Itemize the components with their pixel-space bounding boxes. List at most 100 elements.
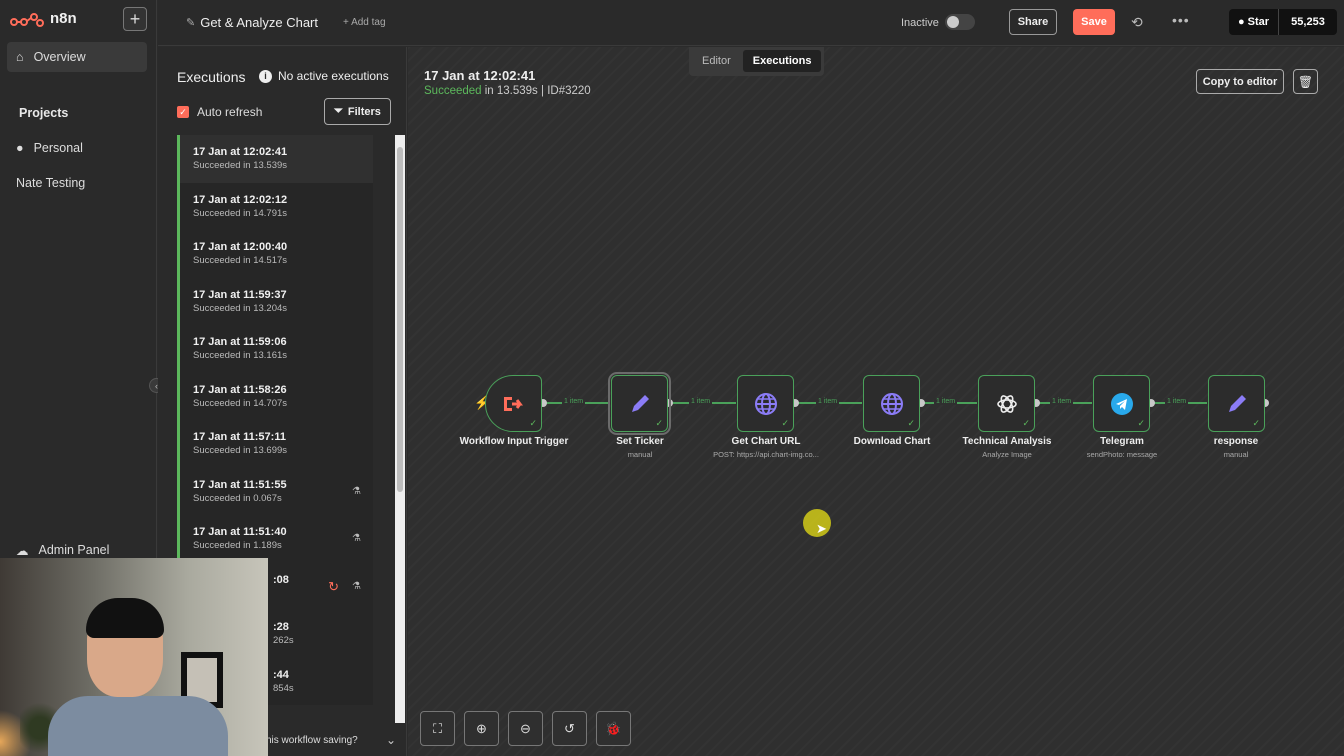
execution-date: 17 Jan at 11:57:11 [193,431,286,443]
debug-button[interactable]: 🐞 [596,711,631,746]
scrollbar-thumb[interactable] [397,147,403,492]
chevron-down-icon[interactable]: ⌄ [386,733,396,747]
executions-scrollbar[interactable] [395,135,405,723]
webcam-overlay [0,558,268,756]
create-button[interactable]: + [123,7,147,31]
star-label: Star [1247,16,1270,28]
success-check-icon: ✓ [655,418,663,428]
execution-status: Succeeded in 0.067s [193,492,282,504]
sidebar-item-label: Nate Testing [16,176,86,190]
node-label: Workflow Input Trigger [459,436,569,447]
reset-zoom-button[interactable]: ↺ [552,711,587,746]
workflow-title-text: Get & Analyze Chart [200,15,318,30]
node-telegram[interactable]: ✓ [1093,375,1150,432]
node-download-chart[interactable]: ✓ [863,375,920,432]
tab-editor[interactable]: Editor [692,50,741,72]
trash-icon: 🗑 [1297,74,1314,89]
cloud-icon: ☁ [16,543,29,558]
active-toggle[interactable] [945,14,975,30]
zoom-out-button[interactable]: ⊖ [508,711,543,746]
workflow-title[interactable]: ✎ Get & Analyze Chart [186,15,318,30]
execution-item[interactable]: 17 Jan at 11:59:06 Succeeded in 13.161s [177,325,373,373]
auto-refresh-checkbox[interactable]: ✓ Auto refresh [177,105,262,119]
success-check-icon: ✓ [781,418,789,428]
sidebar-item-label: Admin Panel [38,543,110,557]
sidebar-item-label: Personal [33,141,83,155]
sidebar-item-overview[interactable]: ⌂ Overview [7,42,147,72]
success-check-icon: ✓ [1022,418,1030,428]
retry-icon[interactable]: ↻ [328,579,339,595]
node-workflow-input-trigger[interactable]: ✓ [485,375,542,432]
execution-item[interactable]: 17 Jan at 11:57:11 Succeeded in 13.699s [177,420,373,468]
node-response[interactable]: ✓ [1208,375,1265,432]
execution-status: Succeeded in 14.791s [193,207,288,219]
success-check-icon: ✓ [1252,418,1260,428]
execution-date: 17 Jan at 11:51:55 [193,478,287,491]
execution-status: 854s [273,682,294,694]
node-set-ticker[interactable]: ✓ [608,372,671,435]
canvas-toolbar: ⛶ ⊕ ⊖ ↺ 🐞 [420,711,631,746]
zoom-in-button[interactable]: ⊕ [464,711,499,746]
delete-execution-button[interactable]: 🗑 [1293,69,1318,94]
execution-summary: Succeeded in 13.539s | ID#3220 [424,85,591,97]
executions-heading: Executions [177,69,246,85]
execution-status: Succeeded in 14.707s [193,397,288,409]
node-subtitle: manual [627,450,653,459]
execution-date: 17 Jan at 11:58:26 [193,383,287,396]
more-options-icon[interactable]: ••• [1172,12,1190,28]
execution-date: 17 Jan at 11:59:37 [193,288,287,301]
active-status-label: Inactive [901,17,939,29]
github-star-button[interactable]: ● Star 55,253 [1229,9,1337,35]
execution-status: Succeeded in 1.189s [193,540,282,551]
home-icon: ⌂ [16,50,24,64]
filter-icon: ⏷ [334,105,343,117]
fit-view-button[interactable]: ⛶ [420,711,455,746]
user-icon: ● [16,141,24,155]
flask-icon: ⚗ [352,580,361,592]
node-technical-analysis[interactable]: ✓ [978,375,1035,432]
connection-label: 1 item [816,398,840,405]
zoom-in-icon: ⊕ [476,720,487,736]
execution-status: Succeeded in 13.539s [193,160,288,171]
node-subtitle: POST: https://api.chart-img.co... [713,450,819,459]
history-icon[interactable]: ⟲ [1131,14,1143,31]
copy-to-editor-button[interactable]: Copy to editor [1196,69,1284,94]
execution-date: 17 Jan at 11:59:06 [193,336,287,348]
no-active-label: No active executions [278,69,389,83]
sidebar-item-nate-testing[interactable]: Nate Testing [7,168,147,198]
zoom-out-icon: ⊖ [520,720,531,736]
sidebar-item-personal[interactable]: ● Personal [7,133,147,163]
save-button[interactable]: Save [1073,9,1115,35]
execution-status: 262s [273,635,294,646]
execution-item[interactable]: 17 Jan at 11:51:55 Succeeded in 0.067s ⚗ [177,467,373,515]
execution-item[interactable]: 17 Jan at 11:51:40 Succeeded in 1.189s ⚗ [177,515,373,563]
share-button[interactable]: Share [1009,9,1057,35]
connection-label: 1 item [934,398,958,405]
n8n-logo[interactable]: n8n [10,10,77,27]
telegram-icon [1110,392,1133,415]
sidebar-item-label: Overview [33,50,86,64]
filters-button[interactable]: ⏷ Filters [324,98,391,125]
execution-item[interactable]: 17 Jan at 12:02:12 Succeeded in 14.791s [177,182,373,230]
saving-question[interactable]: his workflow saving? [266,735,358,746]
add-tag-link[interactable]: + Add tag [343,17,386,28]
node-get-chart-url[interactable]: ✓ [737,375,794,432]
execution-item[interactable]: 17 Jan at 12:00:40 Succeeded in 14.517s [177,230,373,278]
person-shirt [48,696,228,756]
pencil-icon [631,394,649,412]
node-subtitle: manual [1223,450,1249,459]
flask-icon: ⚗ [352,533,361,544]
execution-date: 17 Jan at 12:02:41 [193,146,288,158]
success-check-icon: ✓ [907,418,915,428]
execution-status: Succeeded in 13.204s [193,302,288,314]
n8n-logo-icon [10,12,44,27]
active-executions-status: i No active executions [259,69,389,83]
execution-item[interactable]: 17 Jan at 12:02:41 Succeeded in 13.539s [177,135,373,183]
workflow-canvas[interactable]: Editor Executions 17 Jan at 12:02:41 Suc… [408,47,1344,756]
fullscreen-icon: ⛶ [432,720,443,736]
trigger-icon [503,396,523,411]
execution-item[interactable]: 17 Jan at 11:59:37 Succeeded in 13.204s [177,277,373,325]
tab-executions[interactable]: Executions [742,50,822,72]
execution-item[interactable]: 17 Jan at 11:58:26 Succeeded in 14.707s [177,372,373,420]
success-check-icon: ✓ [529,418,537,428]
